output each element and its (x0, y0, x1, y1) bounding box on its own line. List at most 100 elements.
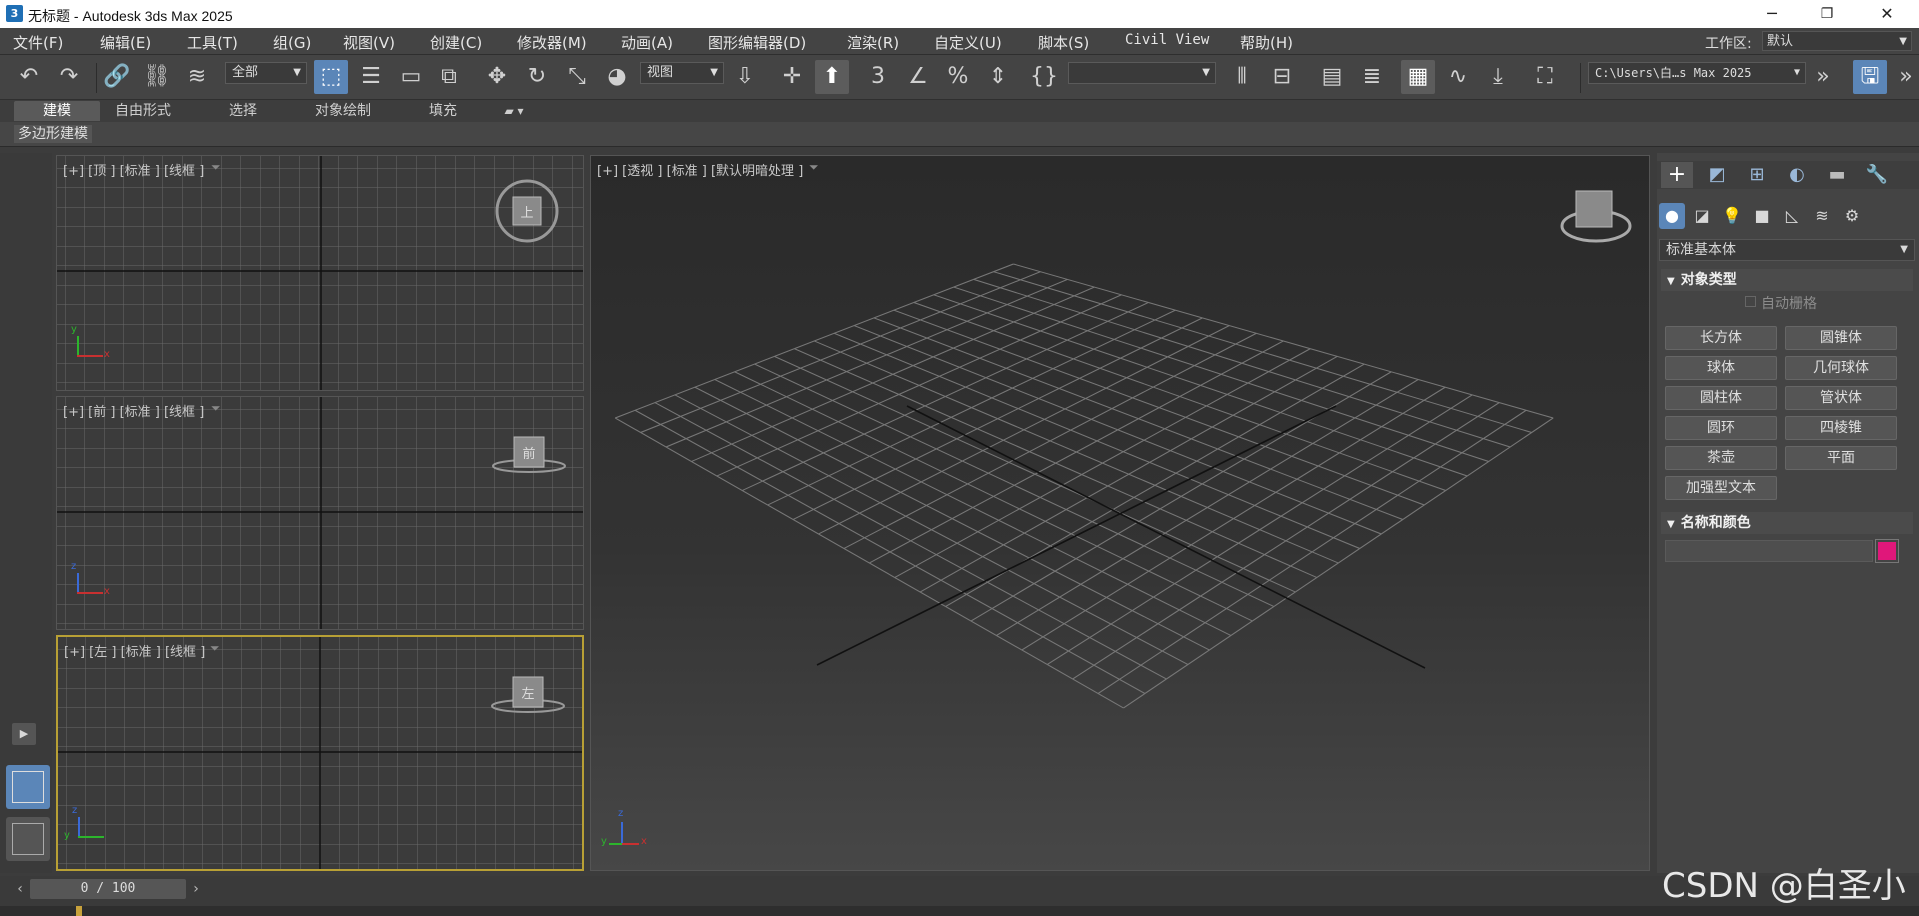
layout-preset-single[interactable] (6, 817, 50, 861)
hierarchy-tab-icon[interactable]: ⊞ (1741, 162, 1773, 188)
layer-explorer-icon[interactable]: ≣ (1355, 60, 1389, 94)
restore-button[interactable]: ❐ (1804, 0, 1850, 28)
plane-button[interactable]: 平面 (1785, 446, 1897, 470)
menu-customize[interactable]: 自定义(U) (934, 32, 1002, 53)
rectangular-selection-icon[interactable]: ▭ (394, 60, 428, 94)
project-path-dropdown[interactable]: C:\Users\白…s Max 2025 ▼ (1588, 62, 1806, 84)
viewcube-front[interactable]: 前 (519, 443, 539, 462)
viewport-front-label[interactable]: [+] [前 ] [标准 ] [线框 ] (63, 401, 204, 420)
viewport-left-label[interactable]: [+] [左 ] [标准 ] [线框 ] (64, 641, 205, 660)
reference-coordinate-dropdown[interactable]: 视图 ▼ (640, 62, 724, 84)
scale-icon[interactable]: ⤡ (560, 60, 594, 94)
tube-button[interactable]: 管状体 (1785, 386, 1897, 410)
tab-freeform[interactable]: 自由形式 (100, 101, 186, 121)
time-slider-handle[interactable]: 0 / 100 (30, 879, 186, 899)
schematic-view-icon[interactable]: ⤓ (1481, 60, 1515, 94)
tab-modeling[interactable]: 建模 (14, 101, 100, 121)
autogrid-checkbox[interactable] (1745, 296, 1756, 307)
shapes-icon[interactable]: ◪ (1689, 203, 1715, 229)
text-plus-button[interactable]: 加强型文本 (1665, 476, 1777, 500)
save-file-icon[interactable]: 🖫 (1853, 60, 1887, 94)
object-color-swatch[interactable] (1875, 539, 1899, 563)
next-frame-icon[interactable]: › (188, 879, 204, 899)
filter-icon[interactable]: ⏷ (809, 160, 819, 175)
box-button[interactable]: 长方体 (1665, 326, 1777, 350)
name-and-color-rollout[interactable]: ▼ 名称和颜色 (1661, 512, 1913, 534)
curve-editor-icon[interactable]: ∿ (1441, 60, 1475, 94)
edit-named-selection-icon[interactable]: {} (1027, 60, 1061, 94)
motion-tab-icon[interactable]: ◐ (1781, 162, 1813, 188)
object-category-dropdown[interactable]: 标准基本体 ▼ (1659, 239, 1915, 261)
lights-icon[interactable]: 💡 (1719, 203, 1745, 229)
cameras-icon[interactable]: ■ (1749, 203, 1775, 229)
modify-tab-icon[interactable]: ◩ (1701, 162, 1733, 188)
keyboard-shortcut-override-icon[interactable]: ⬆ (815, 60, 849, 94)
select-by-name-icon[interactable]: ☰ (354, 60, 388, 94)
helpers-icon[interactable]: ◺ (1779, 203, 1805, 229)
torus-button[interactable]: 圆环 (1665, 416, 1777, 440)
named-selection-sets-dropdown[interactable]: ▼ (1068, 62, 1216, 84)
toolbar-overflow-icon[interactable]: » (1806, 60, 1840, 94)
redo-icon[interactable]: ↷ (52, 60, 86, 94)
mirror-icon[interactable]: ⫴ (1225, 60, 1259, 94)
viewport-top[interactable]: 上 [+] [顶 ] [标准 ] [线框 ] ⏷ y x (56, 155, 584, 391)
tab-populate[interactable]: 填充 (400, 101, 486, 121)
viewport-front[interactable]: 前 [+] [前 ] [标准 ] [线框 ] ⏷ z x (56, 396, 584, 630)
menu-civil-view[interactable]: Civil View (1125, 32, 1209, 48)
viewport-left[interactable]: 左 [+] [左 ] [标准 ] [线框 ] ⏷ z y (56, 635, 584, 871)
create-tab-icon[interactable]: + (1661, 162, 1693, 188)
viewport-top-label[interactable]: [+] [顶 ] [标准 ] [线框 ] (63, 160, 204, 179)
menu-animation[interactable]: 动画(A) (621, 32, 673, 53)
geosphere-button[interactable]: 几何球体 (1785, 356, 1897, 380)
menu-edit[interactable]: 编辑(E) (100, 32, 151, 53)
placement-icon[interactable]: ◕ (600, 60, 634, 94)
toggle-ribbon-icon[interactable]: ▦ (1401, 60, 1435, 94)
pyramid-button[interactable]: 四棱锥 (1785, 416, 1897, 440)
menu-scripting[interactable]: 脚本(S) (1038, 32, 1089, 53)
menu-file[interactable]: 文件(F) (13, 32, 63, 53)
geometry-icon[interactable]: ● (1659, 203, 1685, 229)
viewcube-perspective[interactable] (1575, 190, 1613, 228)
viewport-perspective[interactable]: [+] [透视 ] [标准 ] [默认明暗处理 ] ⏷ z x y (590, 155, 1650, 871)
menu-graph-editors[interactable]: 图形编辑器(D) (708, 32, 806, 53)
expand-toolbar-icon[interactable]: » (1889, 60, 1919, 94)
display-tab-icon[interactable]: ▬ (1821, 162, 1853, 188)
link-icon[interactable]: 🔗 (100, 60, 134, 94)
menu-help[interactable]: 帮助(H) (1240, 32, 1293, 53)
manipulate-icon[interactable]: ✛ (775, 60, 809, 94)
snaps-toggle-icon[interactable]: 3 (861, 60, 895, 94)
select-object-icon[interactable]: ⬚ (314, 60, 348, 94)
sphere-button[interactable]: 球体 (1665, 356, 1777, 380)
move-icon[interactable]: ✥ (480, 60, 514, 94)
menu-tools[interactable]: 工具(T) (187, 32, 238, 53)
pivot-point-icon[interactable]: ⇩ (728, 60, 762, 94)
menu-modifiers[interactable]: 修改器(M) (517, 32, 587, 53)
previous-frame-icon[interactable]: ‹ (12, 879, 28, 899)
space-warps-icon[interactable]: ≋ (1809, 203, 1835, 229)
filter-icon[interactable]: ⏷ (210, 641, 220, 656)
bind-space-warp-icon[interactable]: ≋ (180, 60, 214, 94)
close-button[interactable]: ✕ (1864, 0, 1910, 28)
workspace-dropdown[interactable]: 默认 ▼ (1762, 31, 1912, 51)
viewcube-top[interactable]: 上 (517, 202, 537, 221)
polygon-modeling-panel[interactable]: 多边形建模 (14, 125, 92, 143)
layout-preset-active[interactable] (6, 765, 50, 809)
expand-layout-tab-icon[interactable]: ▶ (12, 723, 36, 745)
filter-icon[interactable]: ⏷ (211, 401, 221, 416)
ribbon-options-icon[interactable]: ▰ ▾ (494, 101, 534, 121)
menu-rendering[interactable]: 渲染(R) (847, 32, 899, 53)
menu-view[interactable]: 视图(V) (343, 32, 395, 53)
teapot-button[interactable]: 茶壶 (1665, 446, 1777, 470)
viewport-perspective-label[interactable]: [+] [透视 ] [标准 ] [默认明暗处理 ] (597, 160, 803, 179)
angle-snap-icon[interactable]: ∠ (901, 60, 935, 94)
spinner-snap-icon[interactable]: ⇕ (981, 60, 1015, 94)
undo-icon[interactable]: ↶ (12, 60, 46, 94)
scene-explorer-icon[interactable]: ▤ (1315, 60, 1349, 94)
filter-icon[interactable]: ⏷ (211, 160, 221, 175)
cylinder-button[interactable]: 圆柱体 (1665, 386, 1777, 410)
object-name-field[interactable] (1665, 540, 1873, 562)
percent-snap-icon[interactable]: % (941, 60, 975, 94)
selection-filter-dropdown[interactable]: 全部 ▼ (225, 62, 307, 84)
unlink-icon[interactable]: ⛓ (140, 60, 174, 94)
object-type-rollout[interactable]: ▼ 对象类型 (1661, 269, 1913, 291)
